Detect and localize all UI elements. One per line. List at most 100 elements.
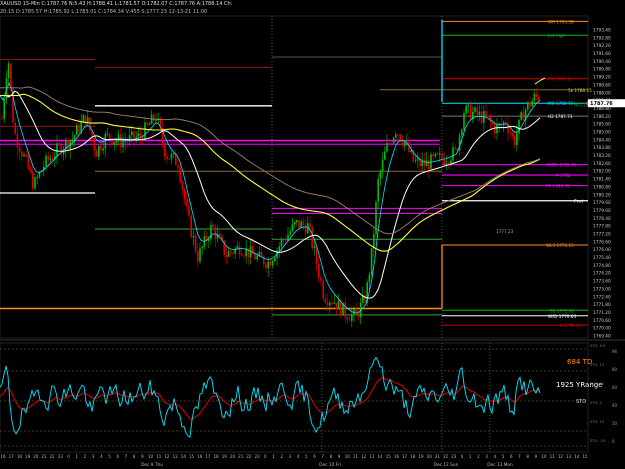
time-axis-tick: 3	[92, 454, 95, 459]
candle-body	[232, 252, 234, 254]
candle-body	[153, 114, 155, 121]
candle-body	[265, 264, 267, 269]
candle-body	[183, 189, 186, 200]
time-axis-tick: 1	[469, 454, 472, 459]
time-axis-tick: 8	[133, 454, 136, 459]
candle-body	[131, 131, 133, 136]
level-label: WS1 1770.63	[548, 314, 576, 319]
time-axis-tick: 18	[410, 454, 416, 459]
candle-body	[51, 158, 54, 160]
candle-body	[335, 302, 338, 310]
time-axis-tick: 13	[173, 454, 179, 459]
candle-body	[311, 227, 313, 249]
time-axis-tick: 23	[255, 454, 261, 459]
time-axis-tick: 22	[50, 454, 56, 459]
level-label: RRNR 1782.41	[546, 163, 577, 168]
candle-body	[346, 316, 349, 320]
candle-body	[428, 160, 430, 169]
candle-body	[71, 139, 74, 142]
candle-body	[447, 162, 450, 164]
time-axis-tick: 14	[574, 454, 580, 459]
candle-body	[291, 224, 294, 232]
candle-body	[516, 133, 518, 145]
candle-body	[111, 139, 113, 145]
candle-body	[353, 308, 355, 315]
candle-body	[126, 141, 129, 143]
price-axis-tick: 1793.40	[593, 28, 611, 34]
candle-body	[454, 147, 456, 149]
candle-body	[49, 158, 52, 161]
candle-body	[56, 143, 58, 157]
price-panel-frame	[0, 15, 589, 339]
level-label: Lst High	[548, 33, 565, 38]
candle-body	[7, 63, 10, 79]
price-axis-tick: 1774.80	[593, 263, 611, 269]
candle-body	[190, 215, 192, 238]
stoch-level-label: STO: -15	[590, 439, 605, 443]
time-axis-tick: 14	[181, 454, 187, 459]
candle-body	[509, 132, 511, 134]
candle-body	[386, 142, 388, 152]
candle-body	[243, 255, 245, 257]
price-axis-tick: 1770.00	[593, 326, 611, 332]
candle-body	[214, 227, 217, 239]
candle-body	[23, 154, 25, 157]
candle-body	[225, 254, 228, 257]
stoch-level-label: STO: 10	[590, 420, 605, 424]
time-axis-tick: 14	[378, 454, 384, 459]
candle-body	[67, 140, 69, 150]
candle-body	[100, 145, 102, 151]
candle-body	[194, 236, 197, 252]
candle-body	[188, 205, 190, 216]
candle-body	[32, 171, 34, 189]
candle-body	[364, 295, 366, 303]
candle-body	[133, 131, 135, 140]
candle-body	[388, 142, 390, 144]
time-axis-tick: 10	[541, 454, 547, 459]
time-axis-tick: 2	[477, 454, 480, 459]
candle-body	[164, 142, 166, 157]
level-label: WL3 1776.15	[546, 243, 574, 248]
time-axis-tick: 7	[321, 454, 324, 459]
candle-body	[529, 102, 531, 107]
candle-body	[208, 239, 210, 241]
time-axis-tick: 11	[550, 454, 556, 459]
candle-body	[197, 251, 199, 262]
time-axis-tick: 2	[280, 454, 283, 459]
time-axis-tick: 19	[419, 454, 425, 459]
candle-body	[170, 154, 173, 160]
time-axis-tick: 9	[141, 454, 144, 459]
candle-body	[254, 254, 256, 260]
candle-body	[450, 160, 452, 164]
candle-body	[476, 107, 478, 115]
price-axis-tick: 1783.80	[593, 145, 611, 151]
time-axis-tick: 19	[222, 454, 228, 459]
time-axis-tick: 3	[289, 454, 292, 459]
candle-body	[73, 135, 76, 140]
time-axis-tick: 22	[443, 454, 449, 459]
time-axis-tick: 6	[116, 454, 119, 459]
time-axis-tick: 9	[338, 454, 341, 459]
time-axis-tick: 4	[100, 454, 103, 459]
candle-body	[399, 134, 401, 141]
candle-body	[148, 124, 151, 125]
candle-body	[522, 112, 525, 121]
stoch-axis-tick: 60	[612, 385, 618, 390]
candle-body	[436, 153, 439, 155]
candle-body	[441, 153, 443, 159]
price-chart[interactable]: WR 1793.58 Lst High R1 1789.11 5k 1788.25 MR…	[0, 0, 625, 469]
time-axis-tick: 6	[510, 454, 513, 459]
sto-label: STO	[576, 399, 586, 405]
time-axis-tick: 3	[485, 454, 488, 459]
level-label: R1 1789.11	[548, 77, 573, 82]
candle-body	[155, 120, 157, 121]
price-axis-tick: 1790.40	[593, 59, 611, 65]
time-axis-tick: 0	[461, 454, 464, 459]
time-axis-tick: 6	[313, 454, 316, 459]
candle-body	[392, 137, 395, 144]
price-axis-tick: 1785.00	[593, 130, 611, 136]
level-label: WR 1793.58	[548, 19, 574, 24]
price-axis-tick: 1772.40	[593, 294, 611, 300]
time-axis-tick: 19	[25, 454, 31, 459]
time-axis-tick: 10	[345, 454, 351, 459]
